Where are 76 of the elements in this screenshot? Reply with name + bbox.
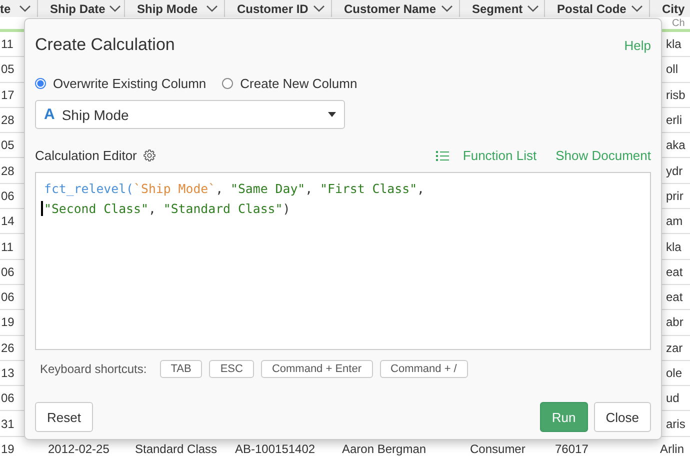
column-header[interactable]: Postal Code (557, 2, 626, 16)
table-cell: 14 (1, 214, 14, 228)
code-editor[interactable]: fct_relevel(`Ship Mode`, "Same Day", "First Class", "Second Class", "Standard Class") (35, 172, 651, 350)
column-header[interactable]: Ship Date (50, 2, 106, 16)
chevron-down-icon[interactable] (19, 4, 31, 12)
caret-icon (328, 112, 336, 117)
column-header[interactable]: Ship Mode (137, 2, 198, 16)
table-cell: risb (666, 88, 686, 102)
column-header[interactable]: City (662, 2, 685, 16)
chevron-down-icon[interactable] (109, 4, 122, 12)
table-cell: 26 (1, 340, 14, 355)
table-cell: ud (666, 391, 680, 406)
table-cell: 05 (1, 62, 14, 76)
table-cell: zar (666, 340, 683, 355)
dialog-title: Create Calculation (35, 35, 175, 55)
table-cell: Aaron Bergman (342, 442, 426, 456)
table-cell: 31 (1, 416, 14, 431)
close-button[interactable]: Close (594, 402, 651, 432)
radio-label[interactable]: Create New Column (240, 76, 358, 91)
table-cell: Arlin (660, 442, 684, 456)
table-cell: 06 (1, 264, 14, 279)
table-cell: 11 (1, 240, 14, 254)
column-dropdown[interactable]: A Ship Mode (35, 100, 345, 129)
section-label: Calculation Editor (35, 148, 137, 163)
column-header[interactable]: Customer ID (237, 2, 308, 16)
table-cell: aka (666, 138, 686, 152)
table-cell: 19 (1, 315, 14, 330)
table-cell: kla (666, 240, 682, 254)
settings-icon[interactable] (142, 149, 156, 162)
chevron-down-icon[interactable] (206, 4, 218, 12)
column-type-label: Ch (672, 18, 686, 28)
table-cell: erli (666, 113, 682, 128)
chevron-down-icon[interactable] (631, 4, 643, 12)
table-cell: 06 (1, 188, 14, 203)
table-cell: oll (666, 62, 678, 76)
radio-button[interactable] (222, 78, 234, 89)
table-cell: 11 (1, 37, 14, 52)
shortcut-key: Command + / (380, 360, 468, 378)
table-cell: eat (666, 290, 683, 304)
table-cell: aris (666, 416, 686, 431)
table-cell: 13 (1, 366, 14, 380)
table-cell: Standard Class (135, 442, 218, 456)
table-cell: ydr (666, 164, 683, 178)
table-cell: 28 (1, 113, 14, 128)
chevron-down-icon[interactable] (441, 4, 453, 12)
shortcut-key: ESC (209, 360, 254, 378)
table-cell: 06 (1, 391, 14, 406)
radio-label[interactable]: Overwrite Existing Column (53, 76, 206, 91)
table-cell: 06 (1, 290, 14, 304)
table-cell: ole (666, 366, 682, 380)
radio-button[interactable] (35, 78, 46, 89)
code-line: "Second Class", "Standard Class") (41, 201, 290, 216)
table-cell: prir (666, 188, 684, 203)
column-header[interactable]: te (0, 2, 11, 16)
table-cell: AB-100151402 (235, 442, 316, 456)
shortcut-key: TAB (160, 360, 202, 378)
table-cell: 28 (1, 164, 14, 178)
code-line: fct_relevel(`Ship Mode`, "Same Day", "First Class", (43, 181, 424, 196)
reset-button[interactable]: Reset (35, 402, 93, 432)
list-icon[interactable] (436, 150, 449, 160)
table-cell: 76017 (555, 442, 588, 456)
table-cell: eat (666, 264, 683, 279)
column-header[interactable]: Segment (472, 2, 523, 16)
chevron-down-icon[interactable] (313, 4, 325, 12)
table-cell: 19 (1, 442, 14, 456)
table-cell: Consumer (470, 442, 526, 456)
shortcuts-label: Keyboard shortcuts: (40, 362, 147, 376)
table-cell: 05 (1, 138, 14, 152)
column-header[interactable]: Customer Name (344, 2, 436, 16)
shortcut-key: Command + Enter (260, 360, 373, 378)
table-cell: 2012-02-25 (48, 442, 110, 456)
table-cell: kla (666, 37, 682, 52)
chevron-down-icon[interactable] (526, 4, 539, 12)
table-cell: am (666, 214, 683, 228)
table-cell: abr (666, 315, 684, 330)
table-cell: 17 (1, 88, 14, 102)
